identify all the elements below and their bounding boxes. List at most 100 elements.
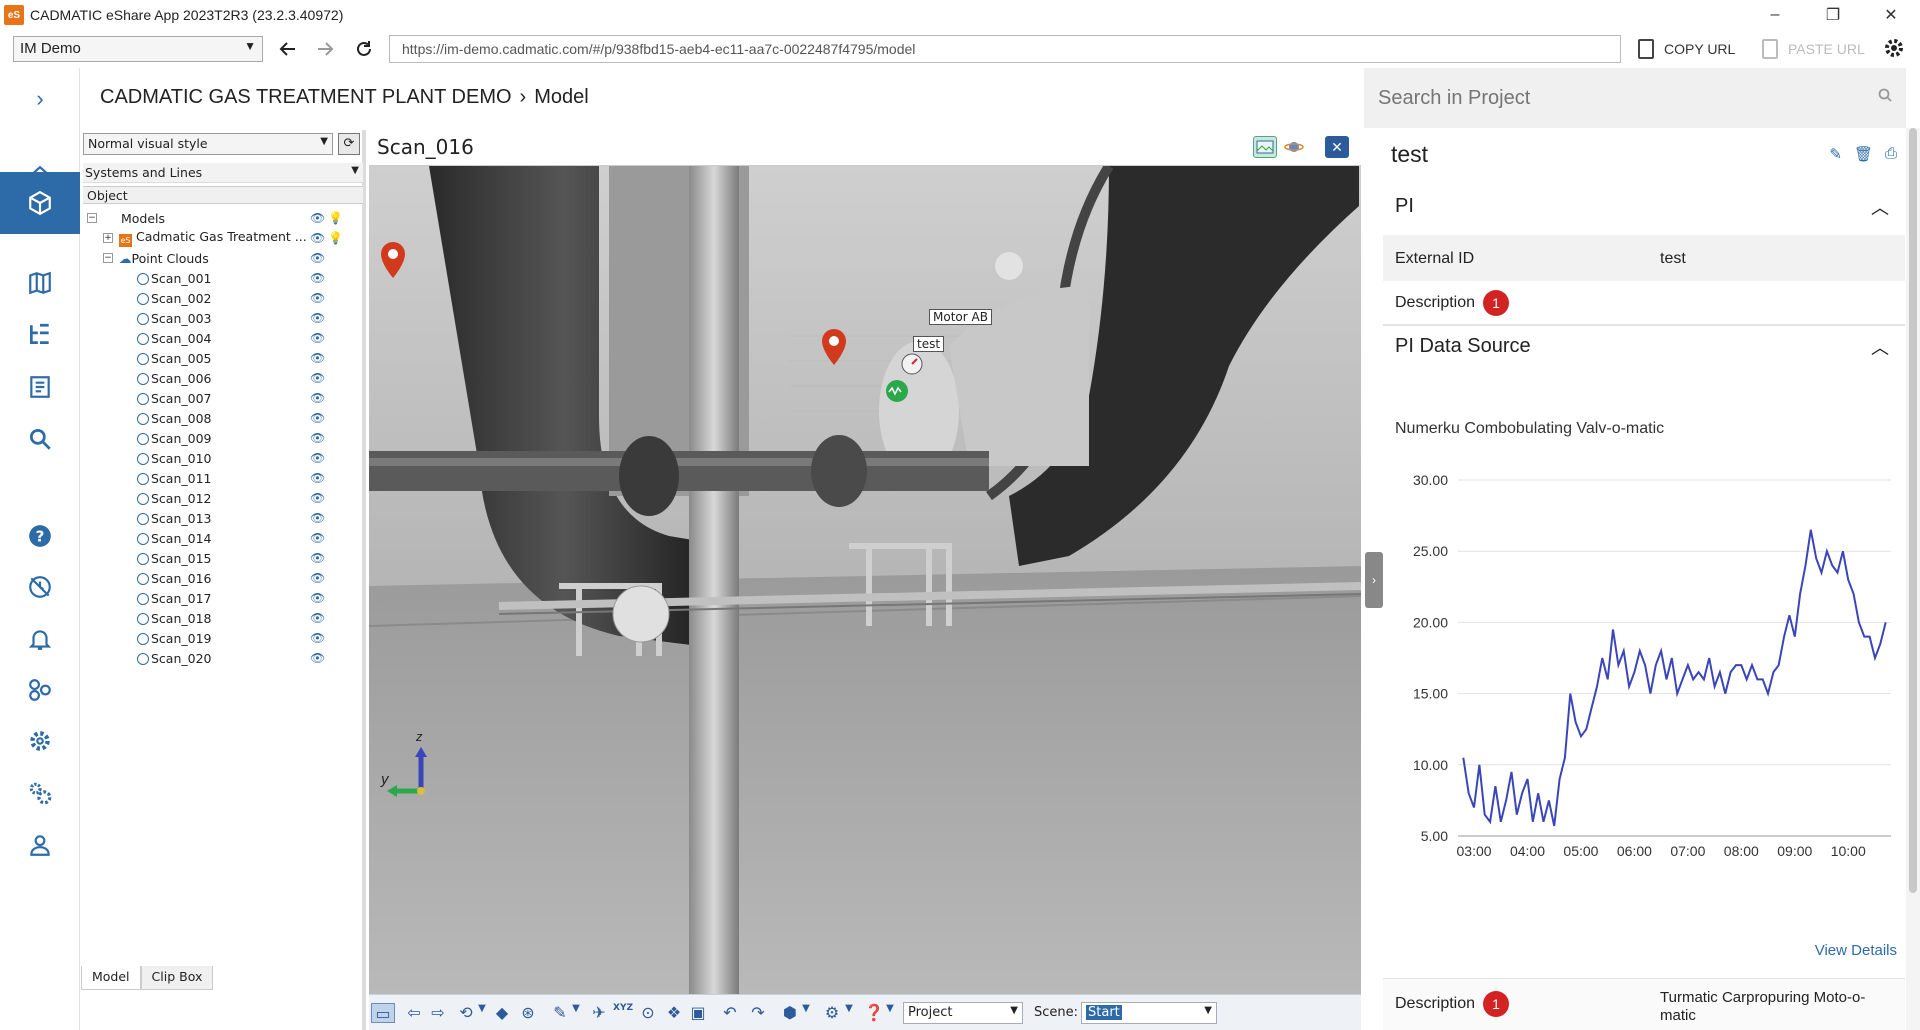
eye-icon[interactable]: 👁 — [310, 371, 325, 385]
camera-button[interactable]: ⊙ — [637, 1003, 659, 1023]
collapse-icon[interactable]: − — [103, 253, 113, 263]
coordinate-system-select[interactable]: Project ▼ — [903, 1002, 1023, 1024]
objects-button[interactable]: ❖ — [663, 1003, 685, 1023]
tree-item-scan[interactable]: Scan_002 👁 — [81, 288, 366, 308]
settings-dropdown[interactable]: ▼ — [843, 1003, 855, 1023]
tree-item-scan[interactable]: Scan_006 👁 — [81, 368, 366, 388]
tree-item-scan[interactable]: Scan_014 👁 — [81, 528, 366, 548]
viewer-help-button[interactable]: ❓ — [863, 1003, 885, 1023]
tree-item-model[interactable]: + eS Cadmatic Gas Treatment ... 👁 💡 — [81, 228, 366, 248]
tree-item-scan[interactable]: Scan_011 👁 — [81, 468, 366, 488]
motor-label[interactable]: Motor AB — [929, 309, 992, 325]
tree-item-scan[interactable]: Scan_016 👁 — [81, 568, 366, 588]
breadcrumb-project[interactable]: CADMATIC GAS TREATMENT PLANT DEMO — [100, 86, 512, 109]
orbit-dropdown[interactable]: ▼ — [476, 1003, 488, 1023]
minimize-button[interactable]: – — [1746, 0, 1804, 30]
details-scrollbar[interactable] — [1906, 128, 1920, 1030]
eye-icon[interactable]: 👁 — [310, 391, 325, 405]
help-dropdown[interactable]: ▼ — [884, 1003, 896, 1023]
tree-item-scan[interactable]: Scan_013 👁 — [81, 508, 366, 528]
tree-item-models[interactable]: − Models 👁 💡 — [81, 208, 366, 228]
sidebar-item-user[interactable] — [0, 814, 80, 876]
window-view-button[interactable]: ▭ — [371, 1003, 395, 1023]
section-pi-source-header[interactable]: PI Data Source ︿ — [1383, 320, 1905, 370]
measure-dropdown[interactable]: ▼ — [570, 1003, 582, 1023]
eye-icon[interactable]: 👁 — [310, 631, 325, 645]
scene-select[interactable]: Start ▼ — [1081, 1002, 1217, 1024]
eye-icon[interactable]: 👁 — [310, 611, 325, 625]
eye-icon[interactable]: 👁 — [310, 251, 325, 265]
eye-icon[interactable]: 👁 — [310, 651, 325, 665]
series-line[interactable] — [1462, 529, 1887, 827]
eye-icon[interactable]: 👁 — [310, 431, 325, 445]
edit-icon[interactable]: ✎ — [1829, 145, 1842, 163]
expand-icon[interactable]: + — [103, 233, 113, 243]
tree-item-scan[interactable]: Scan_018 👁 — [81, 608, 366, 628]
eye-icon[interactable]: 👁 — [310, 331, 325, 345]
tree-item-scan[interactable]: Scan_019 👁 — [81, 628, 366, 648]
count-badge[interactable]: 1 — [1483, 991, 1510, 1017]
section-pi-header[interactable]: PI ︿ — [1383, 180, 1905, 230]
tree-item-point-clouds[interactable]: − ☁Point Clouds 👁 — [81, 248, 366, 268]
test-label[interactable]: test — [913, 336, 945, 352]
measure-button[interactable]: ✎ — [549, 1003, 571, 1023]
project-select[interactable]: IM Demo ▼ — [13, 36, 263, 62]
eye-icon[interactable]: 👁 — [310, 471, 325, 485]
settings-gear-button[interactable] — [1882, 36, 1906, 67]
eye-icon[interactable]: 👁 — [310, 411, 325, 425]
redo-button[interactable]: ↷ — [747, 1003, 769, 1023]
tree-item-scan[interactable]: Scan_004 👁 — [81, 328, 366, 348]
tab-clip-box[interactable]: Clip Box — [140, 966, 214, 990]
coordinates-button[interactable]: XYZ — [612, 1003, 634, 1023]
tree-item-scan[interactable]: Scan_012 👁 — [81, 488, 366, 508]
tree-item-scan[interactable]: Scan_009 👁 — [81, 428, 366, 448]
close-window-button[interactable]: ✕ — [1862, 0, 1920, 30]
tree-item-scan[interactable]: Scan_003 👁 — [81, 308, 366, 328]
orbit-button[interactable]: ⟲ — [455, 1003, 477, 1023]
eye-icon[interactable]: 👁 — [310, 271, 325, 285]
eye-icon[interactable]: 👁 — [310, 571, 325, 585]
tree-item-scan[interactable]: Scan_007 👁 — [81, 388, 366, 408]
sidebar-item-search[interactable] — [0, 408, 80, 470]
count-badge[interactable]: 1 — [1483, 290, 1510, 316]
view-details-link[interactable]: View Details — [1815, 942, 1897, 959]
url-field[interactable]: https://im-demo.cadmatic.com/#/p/938fbd1… — [389, 35, 1621, 63]
eye-icon[interactable]: 👁 — [310, 351, 325, 365]
viewer-settings-button[interactable]: ⚙ — [821, 1003, 843, 1023]
scan-view-button[interactable] — [1253, 136, 1277, 158]
tree-item-scan[interactable]: Scan_005 👁 — [81, 348, 366, 368]
copy-url-button[interactable]: COPY URL — [1638, 36, 1735, 62]
visual-style-select[interactable]: Normal visual style ▼ — [83, 133, 333, 155]
search-input[interactable] — [1364, 68, 1864, 128]
chevron-up-icon[interactable]: ︿ — [1871, 334, 1889, 360]
eye-icon[interactable]: 👁 — [310, 491, 325, 505]
expand-sidebar-button[interactable]: › — [0, 68, 80, 130]
refresh-button[interactable]: ⟳ — [338, 133, 360, 155]
planet-view-button[interactable] — [1282, 136, 1306, 158]
chevron-up-icon[interactable]: ︿ — [1871, 194, 1889, 220]
tree-item-scan[interactable]: Scan_017 👁 — [81, 588, 366, 608]
restore-button[interactable]: ❐ — [1804, 0, 1862, 30]
lightbulb-icon[interactable]: 💡 — [328, 211, 343, 225]
walk-button[interactable]: ✈ — [588, 1003, 610, 1023]
sidebar-item-model[interactable] — [0, 172, 80, 234]
lightbulb-icon[interactable]: 💡 — [328, 231, 343, 245]
tree-column-header[interactable]: Object — [83, 186, 363, 204]
eye-icon[interactable]: 👁 — [310, 591, 325, 605]
nav-forward-button[interactable]: ⇨ — [427, 1003, 449, 1023]
eye-icon[interactable]: 👁 — [310, 551, 325, 565]
forward-button[interactable] — [310, 34, 340, 64]
collapse-icon[interactable]: − — [87, 213, 97, 223]
eye-icon[interactable]: 👁 — [310, 531, 325, 545]
collapse-panel-button[interactable]: › — [1365, 552, 1383, 608]
print-icon[interactable]: ⎙ — [1885, 145, 1897, 163]
tree-item-scan[interactable]: Scan_001 👁 — [81, 268, 366, 288]
eye-icon[interactable]: 👁 — [310, 291, 325, 305]
delete-icon[interactable]: 🗑 — [1854, 145, 1873, 163]
layers-dropdown[interactable]: ▼ — [800, 1003, 812, 1023]
reload-button[interactable] — [349, 34, 379, 64]
eye-icon[interactable]: 👁 — [310, 311, 325, 325]
tab-model[interactable]: Model — [81, 966, 141, 990]
zoom-all-button[interactable]: ⊛ — [517, 1003, 539, 1023]
eye-icon[interactable]: 👁 — [310, 211, 325, 225]
